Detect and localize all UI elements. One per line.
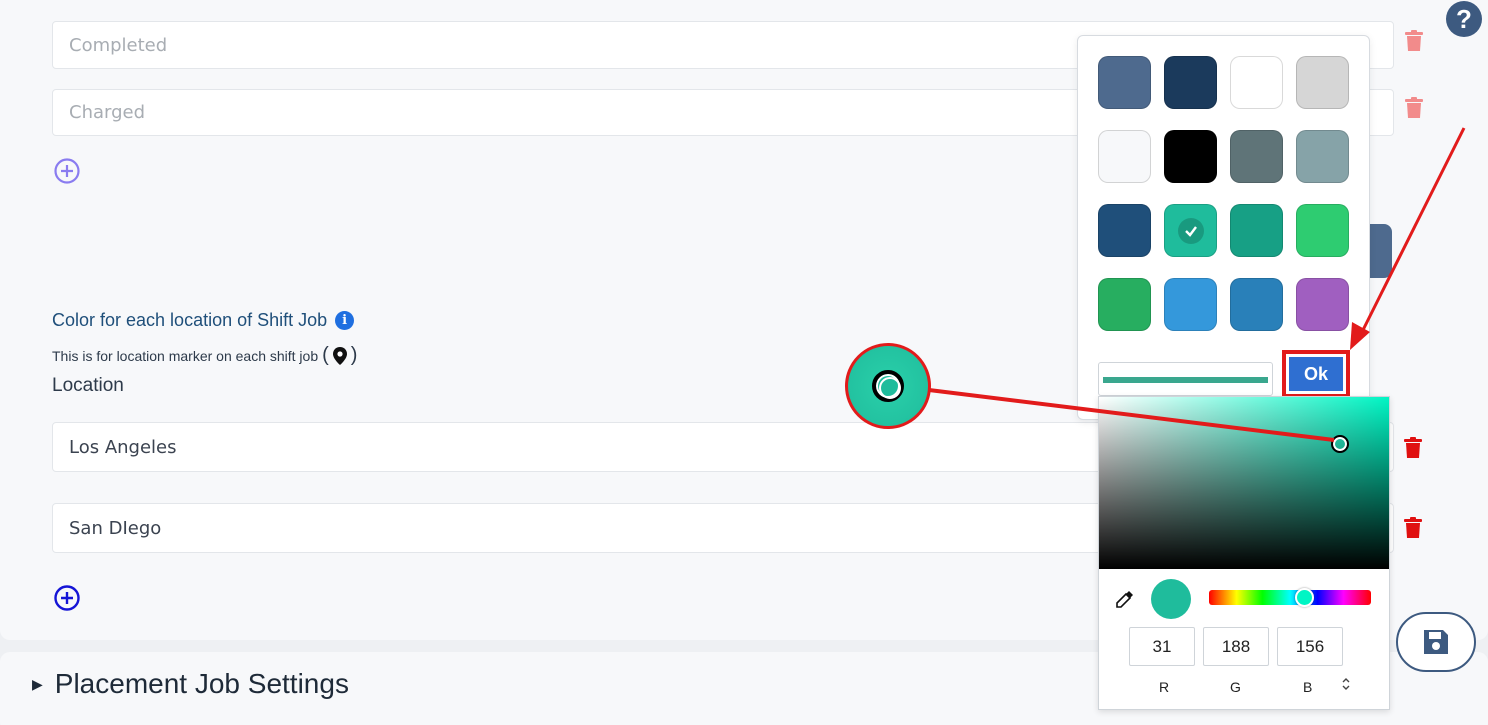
red-input[interactable]: 31	[1129, 627, 1195, 666]
paren-open: (	[322, 344, 329, 366]
trash-icon[interactable]	[1404, 437, 1422, 459]
help-icon: ?	[1456, 3, 1472, 34]
color-swatch[interactable]	[1098, 278, 1151, 331]
saturation-value-area[interactable]	[1099, 397, 1389, 569]
color-swatch[interactable]	[1164, 278, 1217, 331]
location-subtext: This is for location marker on each shif…	[52, 344, 357, 367]
color-swatch[interactable]	[1296, 130, 1349, 183]
add-location-button[interactable]	[53, 584, 81, 612]
status-field-placeholder: Charged	[69, 102, 146, 123]
magnifier-callout	[845, 343, 931, 429]
color-swatch[interactable]	[1230, 130, 1283, 183]
blue-label: B	[1303, 679, 1313, 695]
color-swatch[interactable]	[1296, 56, 1349, 109]
color-swatch[interactable]	[1164, 56, 1217, 109]
red-label: R	[1159, 679, 1170, 695]
ok-button-label: Ok	[1289, 357, 1343, 391]
blue-input[interactable]: 156	[1277, 627, 1343, 666]
section-title-text: Color for each location of Shift Job	[52, 310, 328, 330]
color-swatch[interactable]	[1230, 278, 1283, 331]
status-field-placeholder: Completed	[69, 34, 168, 56]
saturation-cursor[interactable]	[1331, 435, 1349, 453]
placement-label: Placement Job Settings	[54, 668, 349, 699]
color-swatch[interactable]	[1164, 204, 1217, 257]
color-swatch[interactable]	[1296, 204, 1349, 257]
mode-toggle-icon[interactable]	[1341, 677, 1351, 694]
map-pin-icon	[332, 346, 347, 365]
eyedropper-icon[interactable]	[1115, 589, 1135, 609]
location-label: Location	[52, 375, 124, 396]
ok-button[interactable]: Ok	[1282, 350, 1350, 398]
help-button[interactable]: ?	[1446, 1, 1482, 37]
trash-icon[interactable]	[1405, 97, 1423, 119]
location-color-title: Color for each location of Shift Job i	[52, 310, 355, 331]
paren-close: )	[350, 344, 358, 366]
color-swatch[interactable]	[1098, 130, 1151, 183]
color-swatch[interactable]	[1098, 204, 1151, 257]
subtext-label: This is for location marker on each shif…	[52, 347, 319, 364]
hue-slider[interactable]	[1209, 590, 1371, 605]
green-label: G	[1230, 679, 1241, 695]
trash-icon[interactable]	[1404, 517, 1422, 539]
color-swatch[interactable]	[1230, 56, 1283, 109]
placement-job-settings-toggle[interactable]: ▶ Placement Job Settings	[32, 668, 349, 700]
color-swatch[interactable]	[1296, 278, 1349, 331]
color-preview-bar	[1098, 362, 1273, 396]
advanced-color-picker: 31 188 156 R G B	[1098, 396, 1390, 710]
add-circle-icon	[54, 585, 80, 611]
trash-icon[interactable]	[1405, 30, 1423, 52]
magnified-cursor	[872, 370, 904, 402]
caret-right-icon: ▶	[32, 675, 43, 692]
color-swatch[interactable]	[1164, 130, 1217, 183]
add-status-button[interactable]	[53, 157, 81, 185]
color-swatch[interactable]	[1098, 56, 1151, 109]
check-icon	[1177, 217, 1204, 244]
location-value: Los Angeles	[69, 436, 177, 458]
current-color-swatch	[1151, 579, 1191, 619]
info-icon[interactable]: i	[335, 311, 355, 330]
add-circle-icon	[54, 158, 80, 184]
save-icon	[1424, 630, 1448, 654]
green-input[interactable]: 188	[1203, 627, 1269, 666]
color-swatch[interactable]	[1230, 204, 1283, 257]
location-value: San DIego	[69, 517, 162, 539]
hue-slider-handle[interactable]	[1295, 588, 1314, 607]
save-button[interactable]	[1396, 612, 1476, 672]
